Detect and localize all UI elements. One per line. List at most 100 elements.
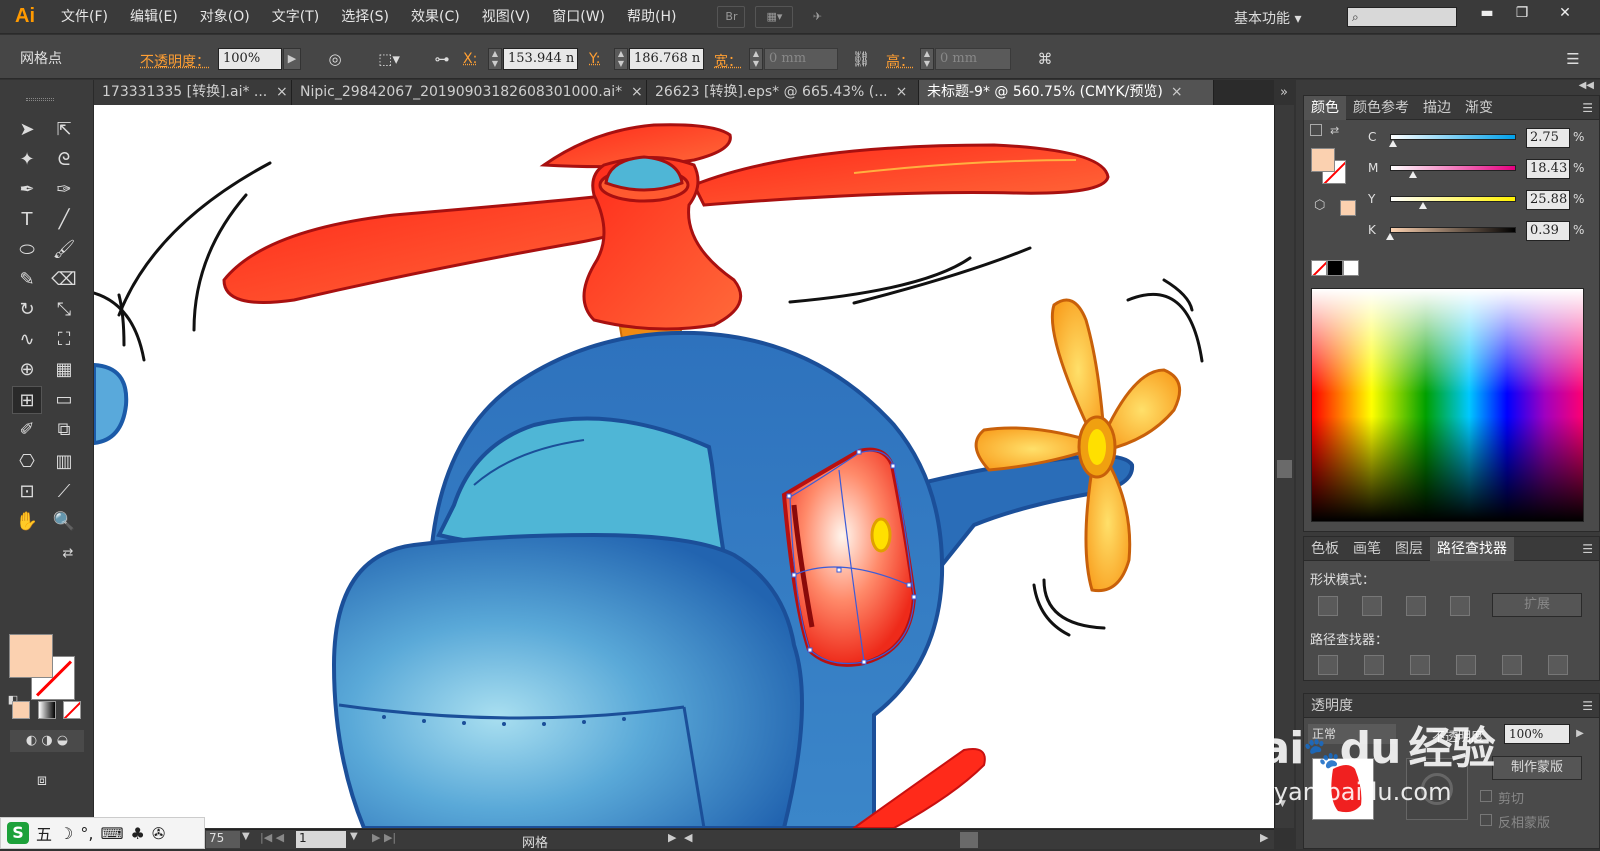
- shape-builder-tool-icon[interactable]: ⊕: [12, 356, 42, 384]
- ime-mode-label[interactable]: 五: [36, 821, 52, 845]
- first-artboard-icon[interactable]: |◀ ◀: [260, 831, 284, 844]
- last-artboard-icon[interactable]: ▶ ▶|: [372, 831, 396, 844]
- tab-close-2-icon[interactable]: ×: [627, 80, 647, 105]
- selection-tool-icon[interactable]: ➤: [12, 116, 42, 144]
- rotate-tool-icon[interactable]: ↻: [12, 296, 42, 324]
- minus-front-icon[interactable]: [1362, 596, 1382, 616]
- close-button[interactable]: ✕: [1548, 2, 1582, 24]
- channel-value-field[interactable]: 2.75: [1526, 128, 1570, 148]
- channel-value-field[interactable]: 18.43: [1526, 159, 1570, 179]
- height-spinner[interactable]: ▲ ▼: [920, 48, 934, 70]
- toolbar-grip[interactable]: [26, 98, 54, 101]
- menu-type[interactable]: 文字(T): [261, 0, 330, 34]
- tab-pathfinder[interactable]: 路径查找器: [1430, 536, 1514, 561]
- artboard-canvas[interactable]: [94, 105, 1274, 828]
- opacity-label[interactable]: 不透明度：: [140, 51, 210, 71]
- warp-tool-icon[interactable]: ∿: [12, 326, 42, 354]
- free-transform-tool-icon[interactable]: ⛶: [49, 326, 79, 354]
- direct-selection-tool-icon[interactable]: ⇱: [49, 116, 79, 144]
- ime-toolbar[interactable]: S 五 ☽ °, ⌨ ♣ ✇: [0, 817, 205, 849]
- ime-moon-icon[interactable]: ☽: [59, 824, 73, 843]
- tab-color[interactable]: 颜色: [1304, 95, 1346, 120]
- bridge-button[interactable]: Br: [717, 5, 746, 28]
- align-icon[interactable]: ⬚▾: [374, 48, 404, 70]
- tab-brushes[interactable]: 画笔: [1346, 537, 1388, 561]
- white-swatch[interactable]: [1343, 260, 1359, 276]
- pen-tool-icon[interactable]: ✒: [12, 176, 42, 204]
- opacity-field[interactable]: 100%: [218, 48, 282, 70]
- menu-object[interactable]: 对象(O): [189, 0, 261, 34]
- transform-icon[interactable]: ⊶: [428, 48, 456, 70]
- status-menu-icon[interactable]: ▶: [668, 831, 676, 844]
- opacity-dropdown-icon[interactable]: ▶: [283, 48, 301, 70]
- channel-slider[interactable]: [1390, 227, 1516, 233]
- tab-layers[interactable]: 图层: [1388, 537, 1430, 561]
- perspective-grid-tool-icon[interactable]: ▦: [49, 356, 79, 384]
- line-tool-icon[interactable]: ╱: [49, 206, 79, 234]
- curvature-tool-icon[interactable]: ✑: [49, 176, 79, 204]
- menu-effect[interactable]: 效果(C): [400, 0, 471, 34]
- outline-icon[interactable]: [1502, 655, 1522, 675]
- symbol-sprayer-tool-icon[interactable]: ⎔: [12, 448, 42, 476]
- restore-button[interactable]: ❐: [1505, 2, 1539, 24]
- ime-keyboard-icon[interactable]: ⌨: [100, 824, 123, 843]
- y-spinner[interactable]: ▲ ▼: [614, 48, 628, 70]
- tab-gradient[interactable]: 渐变: [1458, 96, 1500, 120]
- horizontal-scroll-thumb[interactable]: [960, 832, 978, 848]
- transparency-menu-icon[interactable]: ☰: [1582, 699, 1599, 713]
- make-mask-button[interactable]: 制作蒙版: [1492, 756, 1582, 780]
- swap-colors-icon[interactable]: ⇄: [58, 540, 78, 568]
- screen-mode-icon[interactable]: ⧈: [27, 766, 57, 794]
- none-mode-icon[interactable]: [63, 701, 81, 719]
- pathfinder-menu-icon[interactable]: ☰: [1582, 542, 1599, 556]
- column-graph-tool-icon[interactable]: ▥: [49, 448, 79, 476]
- tab-document-1[interactable]: 173331335 [转换].ai* ...: [94, 80, 300, 105]
- menu-help[interactable]: 帮助(H): [616, 0, 687, 34]
- black-swatch[interactable]: [1327, 260, 1343, 276]
- tab-close-active-icon[interactable]: ×: [1171, 84, 1183, 100]
- magic-wand-tool-icon[interactable]: ✦: [12, 146, 42, 174]
- width-spinner[interactable]: ▲ ▼: [749, 48, 763, 70]
- menu-view[interactable]: 视图(V): [471, 0, 542, 34]
- channel-slider-knob[interactable]: [1386, 233, 1395, 240]
- width-field[interactable]: 0 mm: [764, 48, 838, 70]
- ellipse-tool-icon[interactable]: ⬭: [12, 236, 42, 264]
- scroll-right-icon[interactable]: ▶: [1260, 831, 1268, 844]
- mesh-tool-icon[interactable]: ⊞: [12, 386, 42, 414]
- arrange-documents-icon[interactable]: ▦▾: [755, 5, 794, 28]
- menu-select[interactable]: 选择(S): [330, 0, 400, 34]
- exclude-icon[interactable]: [1450, 596, 1470, 616]
- artboard-tool-icon[interactable]: ⊡: [12, 478, 42, 506]
- transparency-opacity-field[interactable]: 100%: [1504, 724, 1570, 744]
- draw-mode-icon[interactable]: ◐ ◑ ◒: [10, 730, 84, 752]
- menu-file[interactable]: 文件(F): [50, 0, 119, 34]
- eyedropper-tool-icon[interactable]: ✐: [12, 416, 42, 444]
- channel-value-field[interactable]: 0.39: [1526, 221, 1570, 241]
- channel-slider-knob[interactable]: [1389, 140, 1398, 147]
- gpu-performance-icon[interactable]: ✈: [803, 6, 831, 28]
- dock-collapse-icon[interactable]: ◀◀: [1296, 80, 1600, 94]
- artboard-number-field[interactable]: 1: [296, 831, 346, 848]
- gradient-tool-icon[interactable]: ▭: [49, 386, 79, 414]
- link-icon[interactable]: ⛓: [850, 48, 872, 70]
- control-menu-icon[interactable]: ☰: [1562, 48, 1584, 70]
- color-spectrum[interactable]: [1311, 288, 1584, 522]
- trim-icon[interactable]: [1364, 655, 1384, 675]
- height-field[interactable]: 0 mm: [935, 48, 1011, 70]
- crop-icon[interactable]: [1456, 655, 1476, 675]
- invert-mask-checkbox[interactable]: [1480, 814, 1492, 826]
- minus-back-icon[interactable]: [1548, 655, 1568, 675]
- slice-tool-icon[interactable]: ⟋: [49, 478, 79, 506]
- pencil-tool-icon[interactable]: ✎: [12, 266, 42, 294]
- tab-color-guide[interactable]: 颜色参考: [1346, 96, 1416, 120]
- tab-stroke[interactable]: 描边: [1416, 96, 1458, 120]
- zoom-tool-icon[interactable]: 🔍: [49, 508, 79, 536]
- gradient-mode-icon[interactable]: [38, 701, 56, 719]
- x-spinner[interactable]: ▲ ▼: [488, 48, 502, 70]
- scroll-left-icon[interactable]: ◀: [684, 831, 692, 844]
- zoom-field[interactable]: 75: [206, 831, 240, 848]
- ime-skin-icon[interactable]: ♣: [131, 824, 145, 843]
- paintbrush-tool-icon[interactable]: 🖌: [49, 236, 79, 264]
- menu-window[interactable]: 窗口(W): [541, 0, 616, 34]
- isolate-icon[interactable]: ⌘: [1034, 48, 1056, 70]
